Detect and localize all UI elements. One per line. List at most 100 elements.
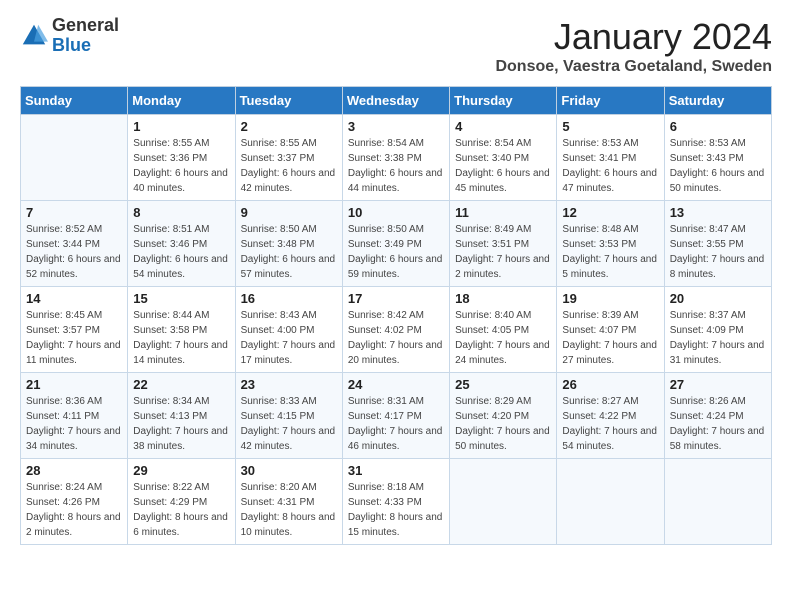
calendar-cell: 22 Sunrise: 8:34 AMSunset: 4:13 PMDayligh…: [128, 373, 235, 459]
calendar-cell: 24Sunrise: 8:31 AMSunset: 4:17 PMDayligh…: [342, 373, 449, 459]
day-number: 4: [455, 119, 551, 134]
calendar-cell: 8Sunrise: 8:51 AMSunset: 3:46 PMDaylight…: [128, 201, 235, 287]
calendar-cell: 6Sunrise: 8:53 AMSunset: 3:43 PMDaylight…: [664, 115, 771, 201]
calendar-cell: 26 Sunrise: 8:27 AMSunset: 4:22 PMDayligh…: [557, 373, 664, 459]
calendar-cell: 2Sunrise: 8:55 AMSunset: 3:37 PMDaylight…: [235, 115, 342, 201]
header-saturday: Saturday: [664, 87, 771, 115]
day-info: Sunrise: 8:52 AMSunset: 3:44 PMDaylight:…: [26, 222, 122, 282]
day-number: 12: [562, 205, 658, 220]
day-info: Sunrise: 8:24 AMSunset: 4:26 PMDaylight:…: [26, 480, 122, 540]
day-info: Sunrise: 8:42 AMSunset: 4:02 PMDaylight:…: [348, 308, 444, 368]
calendar-cell: [21, 115, 128, 201]
day-number: 23: [241, 377, 337, 392]
day-number: 27: [670, 377, 766, 392]
day-number: 22: [133, 377, 229, 392]
week-row-3: 14 Sunrise: 8:45 AMSunset: 3:57 PMDayligh…: [21, 287, 772, 373]
day-info: Sunrise: 8:39 AMSunset: 4:07 PMDaylight:…: [562, 308, 658, 368]
calendar-cell: 5 Sunrise: 8:53 AMSunset: 3:41 PMDaylight…: [557, 115, 664, 201]
day-info: Sunrise: 8:50 AMSunset: 3:48 PMDaylight:…: [241, 222, 337, 282]
header-thursday: Thursday: [450, 87, 557, 115]
day-info: Sunrise: 8:47 AMSunset: 3:55 PMDaylight:…: [670, 222, 766, 282]
header-sunday: Sunday: [21, 87, 128, 115]
calendar-cell: 9 Sunrise: 8:50 AMSunset: 3:48 PMDaylight…: [235, 201, 342, 287]
calendar-body: 1Sunrise: 8:55 AMSunset: 3:36 PMDaylight…: [21, 115, 772, 545]
day-info: Sunrise: 8:44 AMSunset: 3:58 PMDaylight:…: [133, 308, 229, 368]
calendar-cell: 17 Sunrise: 8:42 AMSunset: 4:02 PMDayligh…: [342, 287, 449, 373]
day-number: 14: [26, 291, 122, 306]
header-tuesday: Tuesday: [235, 87, 342, 115]
calendar-cell: 10 Sunrise: 8:50 AMSunset: 3:49 PMDayligh…: [342, 201, 449, 287]
calendar-cell: 16 Sunrise: 8:43 AMSunset: 4:00 PMDayligh…: [235, 287, 342, 373]
week-row-4: 21 Sunrise: 8:36 AMSunset: 4:11 PMDayligh…: [21, 373, 772, 459]
day-info: Sunrise: 8:33 AMSunset: 4:15 PMDaylight:…: [241, 394, 337, 454]
day-info: Sunrise: 8:18 AMSunset: 4:33 PMDaylight:…: [348, 480, 444, 540]
day-info: Sunrise: 8:54 AMSunset: 3:40 PMDaylight:…: [455, 136, 551, 196]
calendar-cell: 31 Sunrise: 8:18 AMSunset: 4:33 PMDayligh…: [342, 459, 449, 545]
logo-blue: Blue: [52, 36, 119, 56]
day-info: Sunrise: 8:50 AMSunset: 3:49 PMDaylight:…: [348, 222, 444, 282]
day-number: 5: [562, 119, 658, 134]
day-number: 21: [26, 377, 122, 392]
day-info: Sunrise: 8:51 AMSunset: 3:46 PMDaylight:…: [133, 222, 229, 282]
day-number: 31: [348, 463, 444, 478]
day-number: 16: [241, 291, 337, 306]
calendar-cell: 11 Sunrise: 8:49 AMSunset: 3:51 PMDayligh…: [450, 201, 557, 287]
day-info: Sunrise: 8:37 AMSunset: 4:09 PMDaylight:…: [670, 308, 766, 368]
day-info: Sunrise: 8:34 AMSunset: 4:13 PMDaylight:…: [133, 394, 229, 454]
day-number: 25: [455, 377, 551, 392]
calendar-cell: 25Sunrise: 8:29 AMSunset: 4:20 PMDayligh…: [450, 373, 557, 459]
calendar-table: SundayMondayTuesdayWednesdayThursdayFrid…: [20, 86, 772, 545]
location-title: Donsoe, Vaestra Goetaland, Sweden: [495, 58, 772, 76]
logo-general: General: [52, 16, 119, 36]
day-info: Sunrise: 8:53 AMSunset: 3:41 PMDaylight:…: [562, 136, 658, 196]
day-number: 10: [348, 205, 444, 220]
header-monday: Monday: [128, 87, 235, 115]
calendar-cell: 19 Sunrise: 8:39 AMSunset: 4:07 PMDayligh…: [557, 287, 664, 373]
day-info: Sunrise: 8:45 AMSunset: 3:57 PMDaylight:…: [26, 308, 122, 368]
day-number: 15: [133, 291, 229, 306]
day-number: 29: [133, 463, 229, 478]
month-title: January 2024: [495, 16, 772, 58]
calendar-cell: 3 Sunrise: 8:54 AMSunset: 3:38 PMDaylight…: [342, 115, 449, 201]
day-number: 19: [562, 291, 658, 306]
logo: General Blue: [20, 16, 119, 56]
calendar-cell: [450, 459, 557, 545]
calendar-cell: 4 Sunrise: 8:54 AMSunset: 3:40 PMDaylight…: [450, 115, 557, 201]
calendar-cell: 14 Sunrise: 8:45 AMSunset: 3:57 PMDayligh…: [21, 287, 128, 373]
calendar-cell: 28 Sunrise: 8:24 AMSunset: 4:26 PMDayligh…: [21, 459, 128, 545]
day-number: 1: [133, 119, 229, 134]
day-number: 20: [670, 291, 766, 306]
logo-icon: [20, 22, 48, 50]
title-area: January 2024 Donsoe, Vaestra Goetaland, …: [495, 16, 772, 76]
day-info: Sunrise: 8:26 AMSunset: 4:24 PMDaylight:…: [670, 394, 766, 454]
calendar-cell: 27 Sunrise: 8:26 AMSunset: 4:24 PMDayligh…: [664, 373, 771, 459]
day-number: 30: [241, 463, 337, 478]
calendar-header-row: SundayMondayTuesdayWednesdayThursdayFrid…: [21, 87, 772, 115]
day-info: Sunrise: 8:48 AMSunset: 3:53 PMDaylight:…: [562, 222, 658, 282]
calendar-cell: 13 Sunrise: 8:47 AMSunset: 3:55 PMDayligh…: [664, 201, 771, 287]
day-info: Sunrise: 8:27 AMSunset: 4:22 PMDaylight:…: [562, 394, 658, 454]
day-info: Sunrise: 8:53 AMSunset: 3:43 PMDaylight:…: [670, 136, 766, 196]
header-friday: Friday: [557, 87, 664, 115]
week-row-2: 7Sunrise: 8:52 AMSunset: 3:44 PMDaylight…: [21, 201, 772, 287]
week-row-1: 1Sunrise: 8:55 AMSunset: 3:36 PMDaylight…: [21, 115, 772, 201]
day-info: Sunrise: 8:49 AMSunset: 3:51 PMDaylight:…: [455, 222, 551, 282]
day-info: Sunrise: 8:40 AMSunset: 4:05 PMDaylight:…: [455, 308, 551, 368]
day-info: Sunrise: 8:43 AMSunset: 4:00 PMDaylight:…: [241, 308, 337, 368]
day-info: Sunrise: 8:31 AMSunset: 4:17 PMDaylight:…: [348, 394, 444, 454]
day-number: 17: [348, 291, 444, 306]
day-number: 13: [670, 205, 766, 220]
day-info: Sunrise: 8:54 AMSunset: 3:38 PMDaylight:…: [348, 136, 444, 196]
calendar-cell: 7Sunrise: 8:52 AMSunset: 3:44 PMDaylight…: [21, 201, 128, 287]
day-number: 28: [26, 463, 122, 478]
day-number: 11: [455, 205, 551, 220]
calendar-cell: 12 Sunrise: 8:48 AMSunset: 3:53 PMDayligh…: [557, 201, 664, 287]
day-number: 9: [241, 205, 337, 220]
header-wednesday: Wednesday: [342, 87, 449, 115]
calendar-cell: 15 Sunrise: 8:44 AMSunset: 3:58 PMDayligh…: [128, 287, 235, 373]
day-number: 26: [562, 377, 658, 392]
calendar-cell: [664, 459, 771, 545]
week-row-5: 28 Sunrise: 8:24 AMSunset: 4:26 PMDayligh…: [21, 459, 772, 545]
day-info: Sunrise: 8:36 AMSunset: 4:11 PMDaylight:…: [26, 394, 122, 454]
day-number: 3: [348, 119, 444, 134]
